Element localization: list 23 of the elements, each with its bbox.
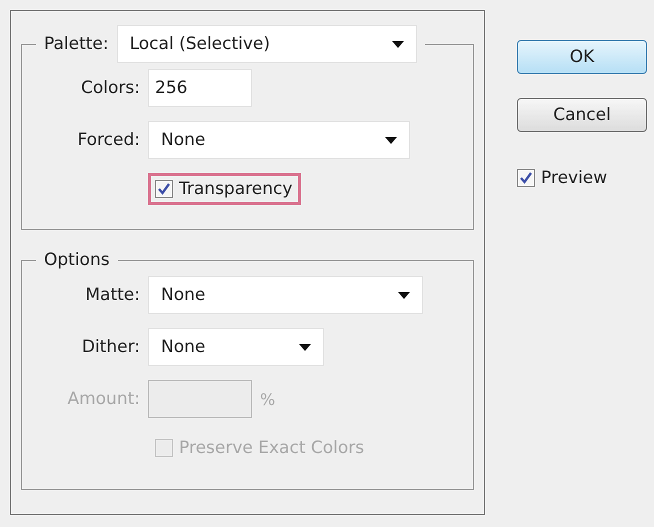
ok-button[interactable]: OK <box>517 40 647 74</box>
field-label: Dither: <box>80 337 140 357</box>
checkbox[interactable] <box>517 169 535 187</box>
checkbox[interactable] <box>155 180 173 198</box>
caret-icon <box>299 344 311 350</box>
checkbox-label[interactable]: Transparency <box>179 179 292 199</box>
select-dropdown[interactable]: Local (Selective) <box>116 25 417 63</box>
cancel-button[interactable]: Cancel <box>517 98 647 132</box>
field-label: Forced: <box>76 130 140 150</box>
field-label: Matte: <box>84 285 140 305</box>
field-label: Palette: <box>44 34 109 54</box>
caret-icon <box>392 40 404 48</box>
select-dropdown[interactable]: None <box>148 328 324 366</box>
select-dropdown[interactable]: None <box>148 121 410 159</box>
input-field[interactable]: 256 <box>148 69 252 107</box>
checkbox-label[interactable]: Preview <box>541 168 608 188</box>
group-title: Options <box>44 250 110 270</box>
caret-icon <box>398 292 410 298</box>
field-label: Colors: <box>80 78 140 98</box>
field-label: Amount: <box>66 389 140 409</box>
select-dropdown[interactable]: None <box>148 276 423 314</box>
unit-label: % <box>260 390 276 408</box>
caret-icon <box>385 136 397 144</box>
